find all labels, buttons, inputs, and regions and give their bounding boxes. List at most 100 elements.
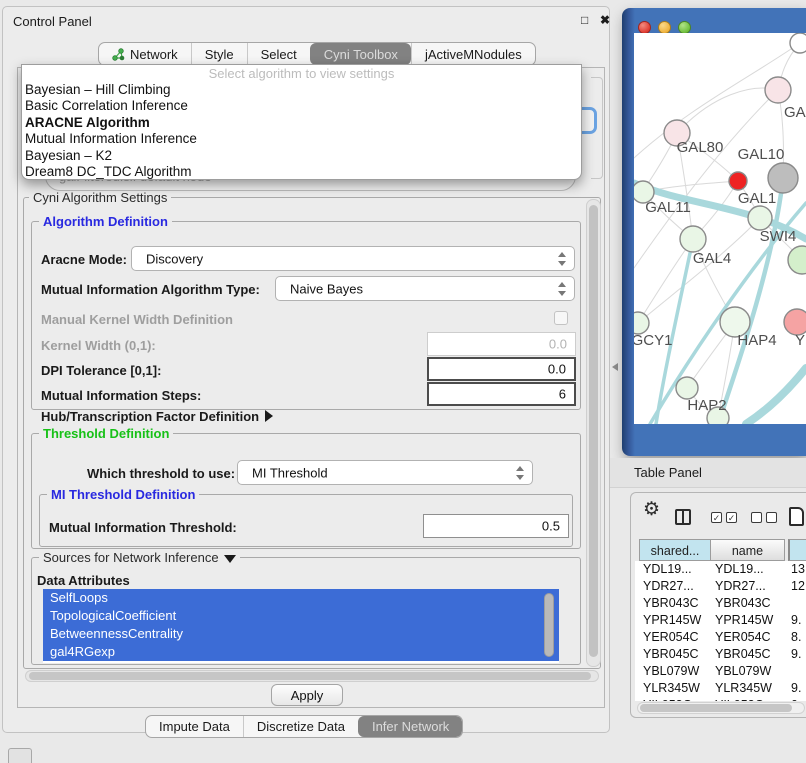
table-row[interactable]: YDL19...YDL19...13 bbox=[635, 561, 806, 578]
table-cell: YBR043C bbox=[715, 595, 787, 612]
aracne-mode-value: Discovery bbox=[146, 251, 203, 266]
dropdown-prompt: Select algorithm to view settings bbox=[22, 65, 581, 82]
mi-type-combobox[interactable]: Naive Bayes bbox=[275, 276, 575, 301]
mi-threshold-field[interactable]: 0.5 bbox=[423, 514, 569, 538]
node-label: GAL bbox=[784, 104, 806, 121]
table-cell: YPR145W bbox=[643, 612, 713, 629]
unchecked-boxes-icon[interactable] bbox=[751, 512, 777, 523]
float-window-icon[interactable]: □ bbox=[581, 13, 588, 27]
table-row[interactable]: YBL079WYBL079W bbox=[635, 663, 806, 680]
table-cell: YDR27... bbox=[643, 578, 713, 595]
table-row[interactable]: YPR145WYPR145W9. bbox=[635, 612, 806, 629]
algorithm-option-dream8-dc-tdc-algorithm[interactable]: Dream8 DC_TDC Algorithm bbox=[22, 164, 581, 180]
node-label: GAL80 bbox=[677, 139, 724, 156]
mi-threshold-group-title: MI Threshold Definition bbox=[47, 487, 199, 502]
graph-edge bbox=[746, 368, 806, 424]
table-cell: 8. bbox=[791, 629, 806, 646]
graph-edge bbox=[677, 88, 778, 133]
table-cell: 0. bbox=[791, 697, 806, 701]
attribute-item-gal4rgexp[interactable]: gal4RGexp bbox=[43, 643, 559, 661]
graph-node[interactable] bbox=[634, 312, 649, 334]
table-row[interactable]: YDR27...YDR27...12 bbox=[635, 578, 806, 595]
attribute-item-selfloops[interactable]: SelfLoops bbox=[43, 589, 559, 607]
tab-discretize-data[interactable]: Discretize Data bbox=[243, 716, 358, 737]
graph-node[interactable] bbox=[748, 206, 772, 230]
attribute-item-topologicalcoefficient[interactable]: TopologicalCoefficient bbox=[43, 607, 559, 625]
network-canvas[interactable]: GALGAL80GAL10GAL11GAL1SWI4GAL4GCY1HAP4YH… bbox=[634, 33, 806, 424]
graph-node[interactable] bbox=[790, 33, 806, 53]
table-cell: YBR043C bbox=[643, 595, 713, 612]
kernel-width-label: Kernel Width (0,1): bbox=[41, 338, 156, 353]
tab-jactivemnodules[interactable]: jActiveMNodules bbox=[411, 43, 535, 65]
algorithm-option-bayesian-k2[interactable]: Bayesian – K2 bbox=[22, 148, 581, 164]
split-columns-icon[interactable] bbox=[675, 509, 691, 525]
table-cell: YBR045C bbox=[643, 646, 713, 663]
settings-vertical-scrollbar[interactable] bbox=[586, 199, 601, 667]
column-header-name[interactable]: name bbox=[710, 539, 785, 561]
graph-node[interactable] bbox=[768, 163, 798, 193]
dpi-tolerance-field[interactable]: 0.0 bbox=[427, 357, 576, 381]
table-horizontal-scrollbar[interactable] bbox=[637, 702, 805, 714]
algorithm-option-mutual-information-inference[interactable]: Mutual Information Inference bbox=[22, 131, 581, 147]
hub-definition-toggle[interactable]: Hub/Transcription Factor Definition bbox=[41, 409, 273, 424]
table-cell: YIL052C bbox=[643, 697, 713, 701]
node-label: HAP4 bbox=[737, 332, 776, 349]
dpi-tolerance-label: DPI Tolerance [0,1]: bbox=[41, 363, 161, 378]
node-label: HAP2 bbox=[687, 397, 726, 414]
graph-node[interactable] bbox=[788, 246, 806, 274]
graph-node[interactable] bbox=[729, 172, 747, 190]
split-pane-collapse-icon[interactable] bbox=[612, 363, 618, 371]
algorithm-definition-title: Algorithm Definition bbox=[39, 214, 172, 229]
attribute-item-betweennesscentrality[interactable]: BetweennessCentrality bbox=[43, 625, 559, 643]
node-label: GAL4 bbox=[693, 250, 731, 267]
table-cell: 13 bbox=[791, 561, 806, 578]
node-label: GAL11 bbox=[645, 199, 691, 216]
algorithm-option-basic-correlation-inference[interactable]: Basic Correlation Inference bbox=[22, 98, 581, 114]
tab-style[interactable]: Style bbox=[191, 43, 247, 65]
table-panel-title: Table Panel bbox=[634, 465, 702, 480]
table-row[interactable]: YIL052CYIL052C0. bbox=[635, 697, 806, 701]
table-row[interactable]: YLR345WYLR345W9. bbox=[635, 680, 806, 697]
desktop: Control Panel □ ✖ NetworkStyleSelectCyni… bbox=[0, 0, 806, 762]
table-row[interactable]: YBR045CYBR045C9. bbox=[635, 646, 806, 663]
apply-button[interactable]: Apply bbox=[271, 684, 343, 706]
table-cell: YLR345W bbox=[715, 680, 787, 697]
aracne-mode-combobox[interactable]: Discovery bbox=[131, 246, 575, 271]
table-cell: 9. bbox=[791, 680, 806, 697]
minimized-panel-icon[interactable] bbox=[8, 748, 32, 763]
close-window-icon[interactable]: ✖ bbox=[600, 13, 610, 27]
table-cell: YDL19... bbox=[643, 561, 713, 578]
table-cell: YBR045C bbox=[715, 646, 787, 663]
graph-node[interactable] bbox=[765, 77, 791, 103]
control-panel-window: Control Panel □ ✖ NetworkStyleSelectCyni… bbox=[2, 6, 610, 733]
node-label: GCY1 bbox=[634, 332, 672, 349]
file-icon[interactable] bbox=[789, 507, 804, 526]
algorithm-option-aracne-algorithm[interactable]: ARACNE Algorithm bbox=[22, 115, 581, 131]
graph-node[interactable] bbox=[680, 226, 706, 252]
settings-horizontal-scrollbar[interactable] bbox=[25, 670, 599, 682]
table-row[interactable]: YBR043CYBR043C bbox=[635, 595, 806, 612]
control-panel-tab-bar: NetworkStyleSelectCyni ToolboxjActiveMNo… bbox=[98, 42, 536, 66]
table-row[interactable]: YER054CYER054C8. bbox=[635, 629, 806, 646]
checked-boxes-icon[interactable]: ✓✓ bbox=[711, 512, 737, 523]
graph-node[interactable] bbox=[676, 377, 698, 399]
tab-cyni-toolbox[interactable]: Cyni Toolbox bbox=[310, 43, 411, 65]
which-threshold-combobox[interactable]: MI Threshold bbox=[237, 460, 533, 485]
table-cell: 9. bbox=[791, 612, 806, 629]
tab-network[interactable]: Network bbox=[99, 43, 191, 65]
column-header-shared-name[interactable]: shared... bbox=[639, 539, 711, 561]
tab-select[interactable]: Select bbox=[247, 43, 310, 65]
gear-icon[interactable]: ⚙ bbox=[643, 498, 660, 521]
tab-impute-data[interactable]: Impute Data bbox=[146, 716, 243, 737]
manual-kernel-checkbox[interactable] bbox=[554, 311, 568, 325]
bottom-tab-bar: Impute DataDiscretize DataInfer Network bbox=[145, 715, 463, 738]
tab-infer-network[interactable]: Infer Network bbox=[358, 716, 462, 737]
table-cell: YDR27... bbox=[715, 578, 787, 595]
mi-steps-field[interactable]: 6 bbox=[427, 382, 576, 406]
mi-type-label: Mutual Information Algorithm Type: bbox=[41, 282, 260, 297]
column-header-partial[interactable] bbox=[788, 539, 806, 561]
table-cell: YLR345W bbox=[643, 680, 713, 697]
attribute-list-scrollbar[interactable] bbox=[544, 593, 554, 657]
sources-group-title[interactable]: Sources for Network Inference bbox=[39, 550, 240, 565]
algorithm-option-bayesian-hill-climbing[interactable]: Bayesian – Hill Climbing bbox=[22, 82, 581, 98]
